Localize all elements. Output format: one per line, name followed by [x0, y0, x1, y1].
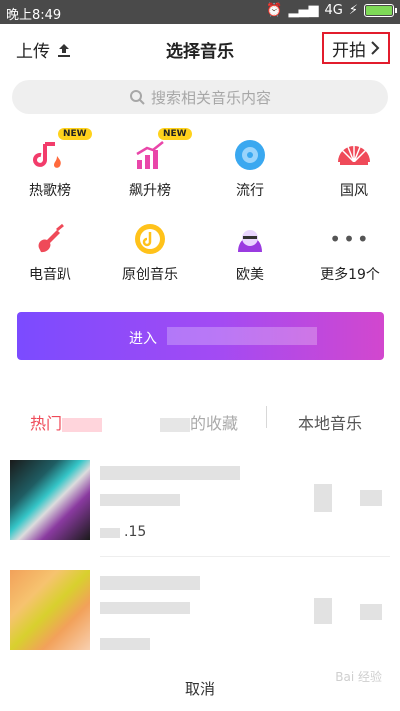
tab-hot-label: 热门: [30, 414, 63, 433]
tab-local-music[interactable]: 本地音乐: [298, 410, 362, 434]
category-label: 飙升榜: [129, 183, 171, 199]
promo-banner[interactable]: 进入: [17, 312, 384, 360]
status-icons: ⏰ ▂▄▆ 4G ⚡: [266, 3, 397, 18]
tab-favorites[interactable]: 的收藏: [160, 410, 238, 434]
song-item[interactable]: [0, 570, 400, 666]
category-label: 原创音乐: [122, 267, 178, 283]
tab-favorites-label: 的收藏: [190, 414, 239, 433]
tab-hot-pixelated: [62, 417, 103, 432]
tab-favorites-pixelated: [160, 417, 190, 432]
category-label: 更多19个: [320, 267, 380, 283]
signal-icon: ▂▄▆: [288, 3, 319, 18]
song-duration-pixelated: [100, 638, 150, 650]
status-time: 晚上8:49: [6, 8, 62, 23]
western-avatar-icon: [238, 230, 262, 252]
song-action-pixelated: [314, 484, 332, 512]
tab-divider: [266, 406, 267, 428]
header: 上传 选择音乐 开拍: [0, 24, 400, 72]
alarm-icon: ⏰: [266, 3, 283, 18]
banner-text: 进入: [129, 331, 157, 347]
original-music-icon: [135, 224, 165, 254]
search-placeholder: 搜索相关音乐内容: [150, 88, 271, 107]
song-action-pixelated: [360, 604, 382, 620]
charging-icon: ⚡: [348, 3, 358, 18]
watermark: Bai 经验: [335, 670, 382, 684]
song-item[interactable]: .15: [0, 460, 400, 557]
banner-pixelated-text: [167, 327, 317, 345]
song-title-pixelated: [100, 466, 240, 480]
music-tabs: 热门 的收藏 本地音乐: [0, 402, 400, 438]
category-edm[interactable]: 电音趴: [10, 218, 90, 284]
start-label: 开拍: [332, 40, 366, 61]
category-rising[interactable]: NEW 飙升榜: [110, 128, 192, 200]
category-label: 热歌榜: [29, 183, 71, 199]
new-badge: NEW: [58, 128, 92, 140]
category-original[interactable]: 原创音乐: [110, 218, 190, 284]
category-guofeng[interactable]: 国风: [314, 134, 394, 200]
new-badge: NEW: [158, 128, 192, 140]
song-cover: [10, 570, 90, 650]
network-type: 4G: [324, 3, 343, 18]
status-bar: 晚上8:49 ⏰ ▂▄▆ 4G ⚡: [0, 0, 400, 24]
song-duration: .15: [124, 524, 147, 540]
more-icon: •••: [329, 227, 371, 251]
start-shooting-button[interactable]: 开拍: [322, 32, 390, 64]
fan-icon: [338, 146, 370, 165]
pop-disc-icon: [235, 140, 265, 170]
tab-hot[interactable]: 热门: [30, 410, 103, 434]
battery-icon: [364, 4, 397, 17]
category-pop[interactable]: 流行: [210, 134, 290, 200]
category-label: 国风: [340, 183, 368, 199]
search-bar[interactable]: 搜索相关音乐内容: [12, 80, 388, 114]
rising-chart-icon: [136, 141, 164, 169]
category-label: 流行: [236, 183, 264, 199]
song-artist-pixelated: [100, 602, 190, 614]
category-hot-songs[interactable]: NEW 热歌榜: [10, 128, 92, 200]
song-title-pixelated: [100, 576, 200, 590]
hot-songs-icon: [33, 142, 61, 168]
song-duration-pixelated: [100, 528, 120, 538]
category-label: 欧美: [236, 267, 264, 283]
song-cover: [10, 460, 90, 540]
song-separator: [100, 556, 390, 557]
guitar-icon: [38, 223, 64, 253]
song-action-pixelated: [360, 490, 382, 506]
tab-local-label: 本地音乐: [298, 414, 363, 433]
chevron-right-icon: [371, 41, 380, 55]
category-more[interactable]: ••• 更多19个: [310, 218, 390, 284]
category-label: 电音趴: [29, 267, 71, 283]
song-artist-pixelated: [100, 494, 180, 506]
song-action-pixelated: [314, 598, 332, 624]
search-icon: [129, 90, 145, 105]
category-western[interactable]: 欧美: [210, 218, 290, 284]
